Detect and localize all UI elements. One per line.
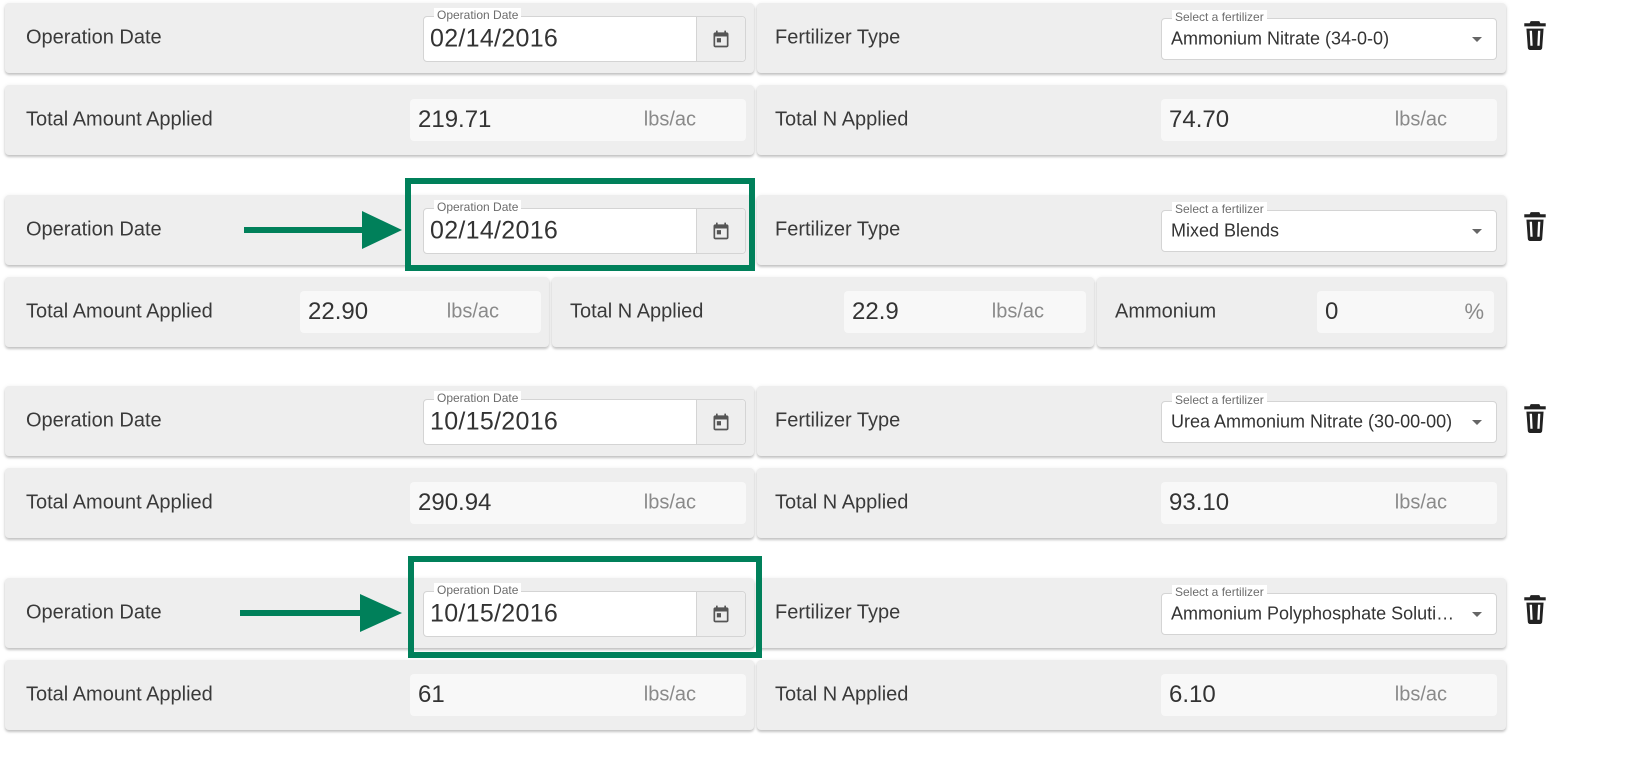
total-amount-label: Total Amount Applied xyxy=(26,683,213,706)
total-amount-row: Total Amount Applied 22.90 lbs/ac xyxy=(5,277,549,347)
fertilizer-type-label: Fertilizer Type xyxy=(775,218,901,241)
operation-date-value[interactable]: 10/15/2016 xyxy=(430,408,558,437)
arrow-right-icon xyxy=(244,211,402,249)
total-amount-input[interactable]: 219.71 lbs/ac xyxy=(410,99,746,141)
total-n-row: Total N Applied 74.70 lbs/ac xyxy=(757,85,1506,155)
percent-unit-label: % xyxy=(1464,299,1484,324)
total-amount-value[interactable]: 22.90 xyxy=(308,298,368,326)
ammonium-value[interactable]: 0 xyxy=(1325,298,1338,326)
total-amount-value[interactable]: 290.94 xyxy=(418,489,491,517)
operation-date-label: Operation Date xyxy=(26,409,162,432)
fertilizer-select[interactable]: Select a fertilizer Ammonium Nitrate (34… xyxy=(1161,10,1497,60)
total-n-row: Total N Applied 93.10 lbs/ac xyxy=(757,468,1506,538)
trash-icon[interactable] xyxy=(1522,211,1548,241)
operation-date-label: Operation Date xyxy=(26,218,162,241)
calendar-button[interactable] xyxy=(696,17,745,61)
total-n-input[interactable]: 93.10 lbs/ac xyxy=(1161,482,1497,524)
total-amount-input[interactable]: 61 lbs/ac xyxy=(410,674,746,716)
calendar-button[interactable] xyxy=(696,400,745,444)
unit-label: lbs/ac xyxy=(1394,491,1447,514)
fertilizer-select[interactable]: Select a fertilizer Urea Ammonium Nitrat… xyxy=(1161,393,1497,443)
chevron-down-icon xyxy=(1472,229,1482,234)
total-n-label: Total N Applied xyxy=(775,108,909,131)
total-amount-label: Total Amount Applied xyxy=(26,108,213,131)
total-amount-input[interactable]: 290.94 lbs/ac xyxy=(410,482,746,524)
unit-label: lbs/ac xyxy=(643,491,696,514)
total-n-input[interactable]: 6.10 lbs/ac xyxy=(1161,674,1497,716)
fertilizer-select[interactable]: Select a fertilizer Ammonium Polyphospha… xyxy=(1161,585,1497,635)
fertilizer-type-row: Fertilizer Type Select a fertilizer Ammo… xyxy=(757,578,1506,648)
total-amount-row: Total Amount Applied 219.71 lbs/ac xyxy=(5,85,754,155)
fertilizer-type-row: Fertilizer Type Select a fertilizer Ammo… xyxy=(757,3,1506,73)
ammonium-row: Ammonium 0 % xyxy=(1097,277,1506,347)
highlight-box xyxy=(405,178,755,271)
chevron-down-icon xyxy=(1472,612,1482,617)
fertilizer-type-label: Fertilizer Type xyxy=(775,409,901,432)
fertilizer-select-value: Urea Ammonium Nitrate (30-00-00) xyxy=(1171,411,1453,432)
total-n-value[interactable]: 93.10 xyxy=(1169,489,1229,517)
total-n-value[interactable]: 22.9 xyxy=(852,298,899,326)
operation-date-label: Operation Date xyxy=(26,601,162,624)
total-amount-label: Total Amount Applied xyxy=(26,300,213,323)
total-amount-value[interactable]: 219.71 xyxy=(418,106,491,134)
unit-label: lbs/ac xyxy=(643,108,696,131)
total-n-input[interactable]: 74.70 lbs/ac xyxy=(1161,99,1497,141)
operation-date-label: Operation Date xyxy=(26,26,162,49)
total-n-row: Total N Applied 22.9 lbs/ac xyxy=(552,277,1094,347)
trash-icon[interactable] xyxy=(1522,403,1548,433)
total-amount-input[interactable]: 22.90 lbs/ac xyxy=(300,291,541,333)
total-amount-row: Total Amount Applied 290.94 lbs/ac xyxy=(5,468,754,538)
total-amount-value[interactable]: 61 xyxy=(418,681,445,709)
operation-date-row: Operation Date Operation Date 02/14/2016 xyxy=(5,3,754,73)
operation-date-field[interactable]: Operation Date 02/14/2016 xyxy=(423,8,746,62)
unit-label: lbs/ac xyxy=(446,300,499,323)
unit-label: lbs/ac xyxy=(1394,108,1447,131)
calendar-icon xyxy=(713,413,729,431)
total-n-value[interactable]: 74.70 xyxy=(1169,106,1229,134)
total-n-label: Total N Applied xyxy=(775,683,909,706)
chevron-down-icon xyxy=(1472,37,1482,42)
total-amount-row: Total Amount Applied 61 lbs/ac xyxy=(5,660,754,730)
trash-icon[interactable] xyxy=(1522,20,1548,50)
ammonium-label: Ammonium xyxy=(1115,300,1217,323)
highlight-box xyxy=(408,556,762,658)
chevron-down-icon xyxy=(1472,420,1482,425)
operation-date-value[interactable]: 02/14/2016 xyxy=(430,25,558,54)
fertilizer-select-legend: Select a fertilizer xyxy=(1172,585,1267,599)
total-amount-label: Total Amount Applied xyxy=(26,491,213,514)
operation-date-row: Operation Date Operation Date 10/15/2016 xyxy=(5,386,754,456)
trash-icon[interactable] xyxy=(1522,594,1548,624)
arrow-right-icon xyxy=(240,594,402,632)
operation-date-legend: Operation Date xyxy=(434,8,522,22)
fertilizer-type-row: Fertilizer Type Select a fertilizer Mixe… xyxy=(757,195,1506,265)
fertilizer-select-value: Ammonium Polyphosphate Solution (10-34-0… xyxy=(1171,603,1458,624)
fertilizer-select-legend: Select a fertilizer xyxy=(1172,393,1267,407)
unit-label: lbs/ac xyxy=(991,300,1044,323)
fertilizer-select-legend: Select a fertilizer xyxy=(1172,202,1267,216)
ammonium-input[interactable]: 0 % xyxy=(1317,291,1494,333)
fertilizer-select-legend: Select a fertilizer xyxy=(1172,10,1267,24)
fertilizer-type-label: Fertilizer Type xyxy=(775,601,901,624)
total-n-value[interactable]: 6.10 xyxy=(1169,681,1216,709)
fertilizer-type-label: Fertilizer Type xyxy=(775,26,901,49)
fertilizer-select-value: Ammonium Nitrate (34-0-0) xyxy=(1171,28,1390,49)
total-n-input[interactable]: 22.9 lbs/ac xyxy=(844,291,1086,333)
fertilizer-select[interactable]: Select a fertilizer Mixed Blends xyxy=(1161,202,1497,252)
fertilizer-type-row: Fertilizer Type Select a fertilizer Urea… xyxy=(757,386,1506,456)
total-n-label: Total N Applied xyxy=(570,300,704,323)
unit-label: lbs/ac xyxy=(643,683,696,706)
calendar-icon xyxy=(713,30,729,48)
operation-date-legend: Operation Date xyxy=(434,391,522,405)
total-n-row: Total N Applied 6.10 lbs/ac xyxy=(757,660,1506,730)
total-n-label: Total N Applied xyxy=(775,491,909,514)
unit-label: lbs/ac xyxy=(1394,683,1447,706)
operation-date-field[interactable]: Operation Date 10/15/2016 xyxy=(423,391,746,445)
fertilizer-select-value: Mixed Blends xyxy=(1171,220,1280,241)
